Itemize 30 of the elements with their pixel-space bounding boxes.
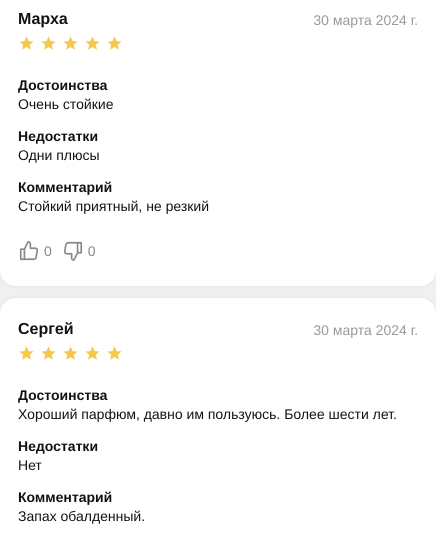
thumbs-up-icon: [18, 240, 40, 262]
star-icon: [106, 345, 123, 362]
section-heading: Комментарий: [18, 178, 114, 197]
star-icon: [84, 345, 101, 362]
thumbs-down-icon: [62, 240, 84, 262]
star-icon: [62, 345, 79, 362]
review-date: 30 марта 2024 г.: [313, 320, 418, 340]
star-icon: [84, 35, 101, 52]
star-icon: [106, 35, 123, 52]
section-text: Запах обалденный.: [18, 507, 146, 526]
section-heading: Недостатки: [18, 127, 100, 146]
star-icon: [40, 35, 57, 52]
star-icon: [18, 345, 35, 362]
star-icon: [40, 345, 57, 362]
section-text: Хороший парфюм, давно им пользуюсь. Более шести лет.: [18, 405, 398, 424]
star-icon: [18, 35, 35, 52]
author-name: Марха: [18, 10, 68, 30]
section-heading: Комментарий: [18, 488, 114, 507]
section-heading: Недостатки: [18, 437, 100, 456]
like-button[interactable]: 0: [18, 240, 52, 262]
star-icon: [62, 35, 79, 52]
section-text: Одни плюсы: [18, 146, 101, 165]
section-heading: Достоинства: [18, 386, 108, 405]
section-text: Стойкий приятный, не резкий: [18, 197, 210, 216]
dislike-button[interactable]: 0: [62, 240, 96, 262]
section-heading: Достоинства: [18, 76, 108, 95]
review-date: 30 марта 2024 г.: [313, 10, 418, 30]
author-name: Сергей: [18, 320, 74, 340]
section-text: Нет: [18, 456, 43, 475]
section-text: Очень стойкие: [18, 95, 114, 114]
